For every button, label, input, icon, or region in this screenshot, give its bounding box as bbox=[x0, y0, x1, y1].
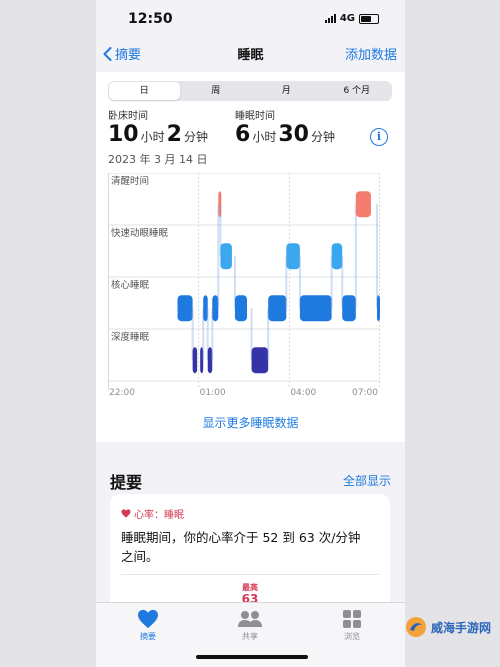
people-icon bbox=[238, 611, 262, 627]
watermark-logo-icon bbox=[406, 617, 426, 637]
card-header-label: 心率：睡眠 bbox=[134, 510, 184, 521]
show-more-sleep-data-link[interactable]: 显示更多睡眠数据 bbox=[96, 414, 405, 431]
divider bbox=[121, 574, 379, 575]
tick-label: 22:00 bbox=[109, 388, 135, 395]
watermark-text: 威海手游网 bbox=[431, 620, 492, 635]
asleep-hours: 6 bbox=[235, 122, 251, 147]
phone-screen: 12:50 4G 摘要 睡眠 添加数据 日 周 月 6 个月 卧床时间 10 小时… bbox=[96, 0, 405, 667]
asleep-minutes-unit: 分钟 bbox=[310, 130, 335, 144]
asleep-hours-unit: 小时 bbox=[252, 130, 277, 144]
stage-label: 核心睡眠 bbox=[111, 279, 150, 291]
sleep-segment bbox=[234, 295, 248, 322]
stage-label: 清醒时间 bbox=[111, 175, 149, 187]
in-bed-hours-unit: 小时 bbox=[140, 130, 165, 144]
tab-browse[interactable]: 浏览 bbox=[322, 609, 382, 642]
heart-icon bbox=[121, 509, 131, 518]
sleep-segment bbox=[251, 347, 269, 374]
in-bed-label: 卧床时间 bbox=[108, 111, 148, 122]
watermark: 威海手游网 bbox=[405, 612, 500, 642]
asleep-minutes: 30 bbox=[278, 122, 309, 147]
asleep-value: 6 小时30 分钟 bbox=[235, 122, 337, 147]
sleep-segment bbox=[299, 295, 332, 322]
sleep-segment bbox=[177, 295, 193, 322]
segment-week[interactable]: 周 bbox=[181, 81, 252, 101]
tab-sharing[interactable]: 共享 bbox=[220, 609, 280, 642]
stage-label: 快速动眼睡眠 bbox=[111, 227, 169, 239]
highlights-title: 提要 bbox=[110, 473, 143, 492]
tick-label: 01:00 bbox=[200, 388, 226, 395]
segment-month[interactable]: 月 bbox=[251, 81, 322, 101]
in-bed-hours: 10 bbox=[108, 122, 139, 147]
segment-six-months[interactable]: 6 个月 bbox=[322, 81, 393, 101]
status-right: 4G bbox=[324, 13, 379, 24]
tick-label: 07:00 bbox=[352, 388, 378, 395]
sleep-segment bbox=[342, 295, 356, 322]
tab-summary[interactable]: 摘要 bbox=[118, 609, 178, 642]
home-indicator bbox=[196, 655, 308, 659]
sleep-segment bbox=[268, 295, 287, 322]
in-bed-minutes-unit: 分钟 bbox=[183, 130, 208, 144]
add-data-button[interactable]: 添加数据 bbox=[345, 44, 397, 63]
sleep-segment bbox=[331, 243, 343, 270]
sleep-segment bbox=[192, 347, 198, 374]
card-text: 睡眠期间，你的心率介于 52 到 63 次/分钟之间。 bbox=[121, 530, 361, 564]
segment-day[interactable]: 日 bbox=[109, 82, 180, 100]
sleep-segment bbox=[286, 243, 300, 270]
tab-summary-label: 摘要 bbox=[140, 632, 156, 641]
sleep-date: 2023 年 3 月 14 日 bbox=[108, 153, 208, 166]
info-icon[interactable]: i bbox=[370, 128, 388, 146]
in-bed-value: 10 小时2 分钟 bbox=[108, 122, 210, 147]
in-bed-minutes: 2 bbox=[166, 122, 182, 147]
tab-browse-label: 浏览 bbox=[344, 632, 360, 641]
period-segmented-control: 日 周 月 6 个月 bbox=[108, 81, 392, 101]
stage-label: 深度睡眠 bbox=[111, 331, 150, 343]
status-time: 12:50 bbox=[128, 11, 173, 27]
sleep-stages-chart[interactable]: 清醒时间快速动眼睡眠核心睡眠深度睡眠 22:00 01:00 04:00 07:00 bbox=[108, 173, 380, 395]
network-label: 4G bbox=[339, 13, 355, 24]
show-all-button[interactable]: 全部显示 bbox=[343, 472, 391, 489]
card-header: 心率：睡眠 bbox=[121, 506, 184, 521]
status-bar: 12:50 4G bbox=[96, 0, 405, 38]
battery-icon bbox=[359, 13, 379, 24]
sleep-panel: 日 周 月 6 个月 卧床时间 10 小时2 分钟 睡眠时间 6 小时30 分钟 202… bbox=[96, 72, 405, 442]
tab-sharing-label: 共享 bbox=[242, 632, 258, 641]
sleep-segment bbox=[220, 243, 232, 270]
nav-bar: 摘要 睡眠 添加数据 bbox=[96, 38, 405, 70]
sleep-segment bbox=[376, 295, 380, 322]
signal-icon bbox=[324, 14, 336, 23]
tick-label: 04:00 bbox=[290, 388, 316, 395]
sleep-segment bbox=[355, 191, 371, 218]
grid-icon bbox=[343, 610, 361, 628]
asleep-label: 睡眠时间 bbox=[235, 111, 275, 122]
heart-icon bbox=[138, 609, 158, 629]
